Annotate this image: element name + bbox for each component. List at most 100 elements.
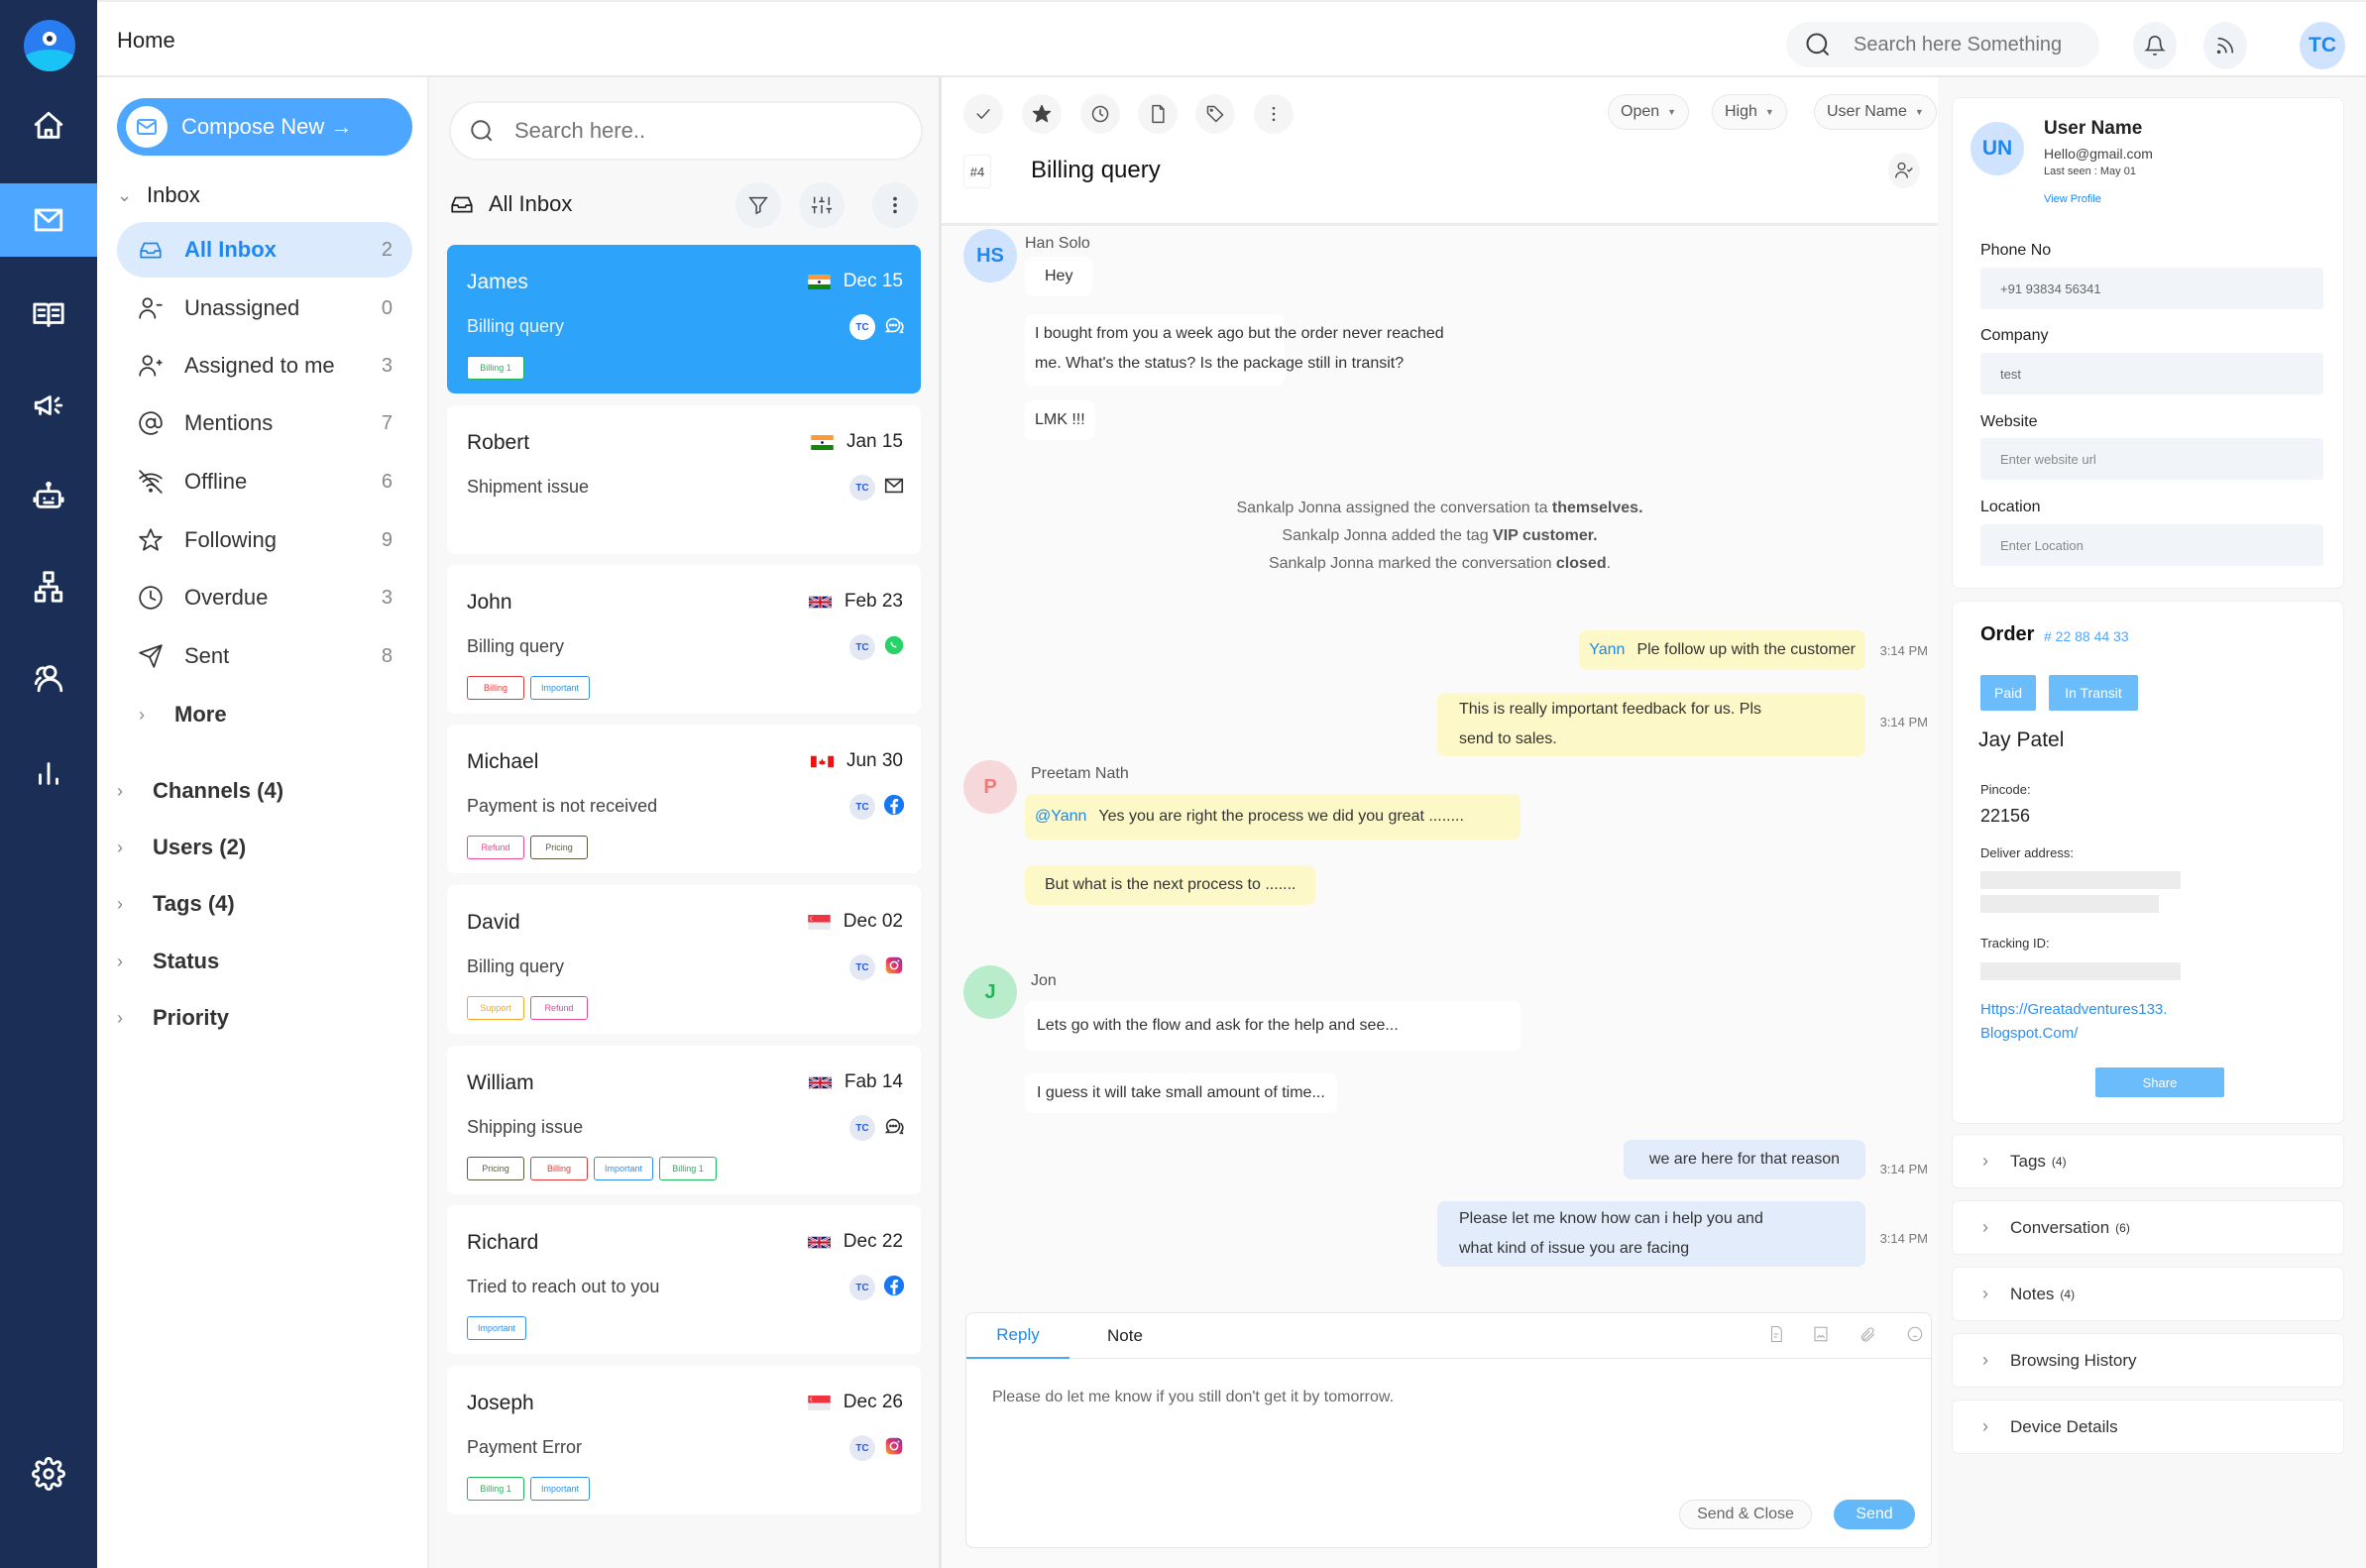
global-search-input[interactable] [1854, 33, 2082, 56]
tag-badge: Billing 1 [467, 356, 524, 380]
send-close-button[interactable]: Send & Close [1679, 1500, 1812, 1529]
nav-item-all-inbox[interactable]: All Inbox 2 [117, 222, 412, 278]
website-field[interactable] [1980, 438, 2323, 480]
nav-group-users[interactable]: › Users (2) [117, 835, 246, 860]
resolve-button[interactable] [963, 94, 1003, 134]
share-button[interactable]: Share [2095, 1067, 2224, 1097]
date-text: Fab 14 [844, 1071, 903, 1092]
accordion-tags[interactable]: › Tags (4) [1952, 1134, 2344, 1188]
rail-campaigns[interactable] [0, 369, 97, 442]
rail-knowledge-base[interactable] [0, 278, 97, 351]
breadcrumb[interactable]: Home [117, 28, 175, 54]
nav-item-following[interactable]: Following 9 [117, 512, 412, 568]
assignee-dropdown[interactable]: User Name ▼ [1814, 94, 1937, 130]
nav-item-mentions[interactable]: Mentions 7 [117, 395, 412, 451]
conversation-card[interactable]: Robert Jan 15 Shipment issue TC [447, 405, 921, 554]
nav-more-toggle[interactable]: › More [139, 702, 227, 728]
app-logo[interactable] [24, 20, 75, 71]
message-text: we are here for that reason [1648, 1151, 1840, 1168]
rail-bots[interactable] [0, 459, 97, 532]
nav-item-assigned-to-me[interactable]: Assigned to me 3 [117, 338, 412, 393]
rail-settings[interactable] [0, 1437, 97, 1511]
priority-value: High [1725, 103, 1757, 120]
rail-contacts[interactable] [0, 641, 97, 715]
nav-item-offline[interactable]: Offline 6 [117, 454, 412, 509]
contact-email: Hello@gmail.com [2044, 146, 2153, 162]
mention[interactable]: Yann [1589, 641, 1625, 658]
flag-uk-icon [807, 1235, 831, 1249]
conversation-search-input[interactable] [514, 118, 800, 144]
compose-new-button[interactable]: Compose New → [117, 98, 412, 156]
send-button[interactable]: Send [1834, 1500, 1915, 1529]
chat-more-button[interactable] [1254, 94, 1294, 134]
conversation-date: Dec 26 [808, 1392, 903, 1413]
tab-reply[interactable]: Reply [966, 1313, 1070, 1359]
tracking-link[interactable]: Https://Greatadventures133. Blogspot.Com… [1980, 998, 2167, 1046]
template-button[interactable] [1767, 1325, 1787, 1345]
rail-inbox[interactable] [0, 183, 97, 257]
nav-group-status[interactable]: › Status [117, 949, 219, 974]
reply-input[interactable] [992, 1389, 1884, 1406]
emoji-button[interactable] [1906, 1325, 1926, 1345]
accordion-notes[interactable]: › Notes (4) [1952, 1267, 2344, 1321]
nav-item-count: 2 [381, 238, 393, 261]
conversation-card[interactable]: Joseph Dec 26 Payment Error TC Billing 1 Impo… [447, 1366, 921, 1514]
conversation-search[interactable] [449, 101, 923, 161]
inbox-section-toggle[interactable]: ⌄ Inbox [117, 182, 200, 208]
list-more-button[interactable] [872, 182, 918, 228]
location-field[interactable] [1980, 524, 2323, 566]
tab-note[interactable]: Note [1085, 1313, 1165, 1359]
star-button[interactable] [1022, 94, 1062, 134]
accordion-conversation[interactable]: › Conversation (6) [1952, 1200, 2344, 1255]
company-field[interactable] [1980, 353, 2323, 394]
conversation-card[interactable]: Richard Dec 22 Tried to reach out to you TC… [447, 1205, 921, 1354]
nav-group-priority[interactable]: › Priority [117, 1005, 229, 1031]
broadcast-button[interactable] [2203, 22, 2247, 69]
attach-button[interactable] [1859, 1325, 1878, 1345]
tag-badge: Important [530, 1477, 591, 1501]
rail-teams[interactable] [0, 550, 97, 623]
sort-button[interactable] [799, 182, 845, 228]
system-event: Sankalp Jonna marked the conversation cl… [942, 550, 1938, 578]
nav-group-tags[interactable]: › Tags (4) [117, 891, 235, 917]
nav-group-channels[interactable]: › Channels (4) [117, 778, 283, 804]
conversation-card[interactable]: William Fab 14 Shipping issue TC Pricing Bill… [447, 1046, 921, 1194]
conversation-subject: Payment Error [467, 1437, 583, 1457]
system-event-text: Sankalp Jonna added the tag [1282, 527, 1494, 544]
snooze-button[interactable] [1080, 94, 1120, 134]
conversation-card[interactable]: James Dec 15 Billing query TC Billing 1 [447, 245, 921, 393]
tag-button[interactable] [1195, 94, 1235, 134]
phone-field[interactable] [1980, 268, 2323, 309]
system-event-bold: VIP customer. [1493, 527, 1598, 544]
message-text: what kind of issue you are facing [1459, 1240, 1690, 1257]
conversation-date: Feb 23 [808, 591, 903, 613]
nav-item-overdue[interactable]: Overdue 3 [117, 570, 412, 625]
message-text: This is really important feedback for us… [1459, 701, 1762, 718]
filter-icon [748, 196, 768, 215]
conversation-card[interactable]: John Feb 23 Billing query TC Billing Importan… [447, 565, 921, 714]
file-button[interactable] [1138, 94, 1178, 134]
mention[interactable]: @Yann [1035, 808, 1086, 825]
global-search[interactable] [1786, 22, 2099, 67]
user-avatar[interactable]: TC [2300, 22, 2345, 69]
view-profile-link[interactable]: View Profile [2044, 193, 2101, 205]
accordion-device-details[interactable]: › Device Details [1952, 1400, 2344, 1454]
conversation-card[interactable]: Michael Jun 30 Payment is not received TC Re… [447, 725, 921, 873]
image-button[interactable] [1812, 1325, 1832, 1345]
order-number[interactable]: # 22 88 44 33 [2044, 628, 2129, 644]
filter-button[interactable] [735, 182, 781, 228]
priority-dropdown[interactable]: High ▼ [1712, 94, 1787, 130]
search-icon [1806, 33, 1830, 56]
rail-reports[interactable] [0, 735, 97, 809]
mail-icon [34, 208, 63, 232]
conversation-card[interactable]: David Dec 02 Billing query TC Support Refund [447, 885, 921, 1034]
rail-home[interactable] [0, 89, 97, 163]
message-text: Please let me know how can i help you an… [1459, 1210, 1763, 1227]
status-dropdown[interactable]: Open ▼ [1608, 94, 1690, 130]
assign-user-button[interactable] [1888, 153, 1920, 188]
nav-item-sent[interactable]: Sent 8 [117, 628, 412, 684]
message-text: I bought from you a week ago but the ord… [1035, 325, 1444, 342]
nav-item-unassigned[interactable]: Unassigned 0 [117, 280, 412, 336]
accordion-browsing-history[interactable]: › Browsing History [1952, 1333, 2344, 1388]
notifications-button[interactable] [2133, 22, 2177, 69]
